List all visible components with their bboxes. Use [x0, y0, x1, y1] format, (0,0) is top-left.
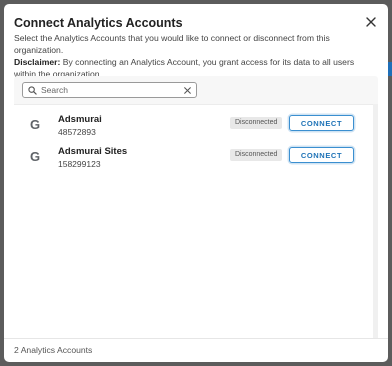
clear-search-button[interactable]	[182, 85, 192, 95]
dialog-description: Select the Analytics Accounts that you w…	[14, 32, 374, 80]
account-id: 158299123	[58, 159, 101, 169]
account-name: Adsmurai Sites	[58, 146, 128, 157]
connect-button[interactable]: CONNECT	[289, 147, 354, 163]
close-icon	[366, 17, 376, 27]
list-scrollbar[interactable]	[373, 104, 378, 338]
accounts-count: 2 Analytics Accounts	[14, 345, 93, 355]
connect-button[interactable]: CONNECT	[289, 115, 354, 131]
google-icon: G	[30, 149, 41, 164]
search-input[interactable]	[41, 84, 181, 96]
disclaimer-label: Disclaimer:	[14, 57, 61, 67]
accounts-panel: G Adsmurai 48572893 Disconnected CONNECT…	[14, 76, 378, 338]
close-button[interactable]	[364, 15, 378, 29]
search-box[interactable]	[22, 82, 197, 98]
account-row: G Adsmurai 48572893 Disconnected CONNECT	[14, 111, 373, 143]
connect-accounts-dialog: Connect Analytics Accounts Select the An…	[4, 4, 388, 362]
account-id: 48572893	[58, 127, 96, 137]
google-icon: G	[30, 117, 41, 132]
dialog-title: Connect Analytics Accounts	[14, 16, 183, 30]
footer-divider	[4, 338, 388, 339]
account-name: Adsmurai	[58, 114, 102, 125]
description-text: Select the Analytics Accounts that you w…	[14, 33, 330, 55]
status-badge: Disconnected	[230, 117, 283, 129]
clear-icon	[183, 86, 191, 94]
account-row: G Adsmurai Sites 158299123 Disconnected …	[14, 143, 373, 175]
status-badge: Disconnected	[230, 149, 283, 161]
accounts-list: G Adsmurai 48572893 Disconnected CONNECT…	[14, 104, 373, 338]
search-icon	[28, 85, 37, 95]
